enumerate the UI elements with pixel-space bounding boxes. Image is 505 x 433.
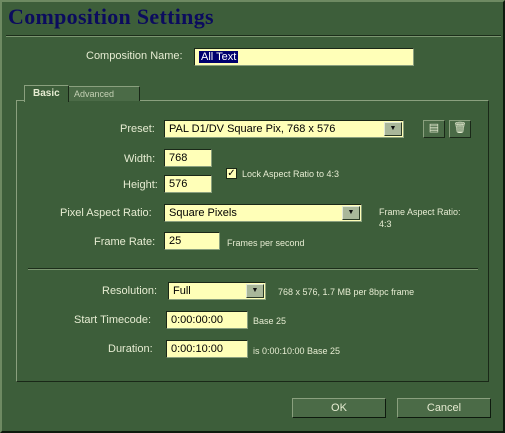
pixel-aspect-select[interactable]: Square Pixels ▼: [164, 204, 362, 222]
preset-select[interactable]: PAL D1/DV Square Pix, 768 x 576 ▼: [164, 120, 404, 138]
tab-advanced[interactable]: Advanced: [66, 86, 140, 101]
triangle-down-icon: ▼: [342, 206, 360, 220]
duration-info: is 0:00:10:00 Base 25: [253, 346, 341, 356]
frame-aspect-label: Frame Aspect Ratio:: [379, 207, 461, 217]
start-timecode-info: Base 25: [253, 316, 287, 326]
composition-name-input[interactable]: All Text: [194, 48, 414, 66]
duration-input[interactable]: 0:00:10:00: [166, 340, 248, 358]
start-timecode-label: Start Timecode:: [74, 314, 152, 326]
width-label: Width:: [124, 153, 156, 165]
composition-name-label: Composition Name:: [86, 50, 183, 62]
frame-rate-input[interactable]: 25: [164, 232, 220, 250]
section-divider: [28, 268, 478, 270]
preset-value: PAL D1/DV Square Pix, 768 x 576: [169, 123, 336, 135]
ok-button[interactable]: OK: [292, 398, 386, 418]
pixel-aspect-label: Pixel Aspect Ratio:: [60, 207, 152, 219]
lock-aspect-label: Lock Aspect Ratio to 4:3: [242, 169, 340, 179]
resolution-value: Full: [173, 285, 191, 297]
composition-name-value: All Text: [199, 51, 239, 63]
cancel-button[interactable]: Cancel: [397, 398, 491, 418]
pixel-aspect-value: Square Pixels: [169, 207, 237, 219]
frame-rate-unit: Frames per second: [227, 238, 305, 248]
resolution-info: 768 x 576, 1.7 MB per 8bpc frame: [278, 287, 415, 297]
height-input[interactable]: 576: [164, 175, 212, 193]
resolution-label: Resolution:: [102, 285, 158, 297]
lock-aspect-checkbox[interactable]: ✓: [226, 168, 237, 179]
start-timecode-input[interactable]: 0:00:00:00: [166, 311, 248, 329]
width-input[interactable]: 768: [164, 149, 212, 167]
composition-settings-dialog: Composition Settings Composition Name: A…: [0, 0, 505, 433]
frame-aspect-value: 4:3: [379, 219, 392, 229]
dialog-title: Composition Settings: [8, 4, 214, 29]
preset-label: Preset:: [120, 123, 155, 135]
trash-icon[interactable]: 🗑: [449, 120, 471, 138]
save-preset-icon[interactable]: ▤: [423, 120, 445, 138]
frame-rate-label: Frame Rate:: [94, 236, 156, 248]
tab-basic[interactable]: Basic: [24, 85, 69, 102]
resolution-select[interactable]: Full ▼: [168, 282, 266, 300]
title-divider: [6, 35, 501, 37]
triangle-down-icon: ▼: [246, 284, 264, 298]
duration-label: Duration:: [108, 343, 153, 355]
triangle-down-icon: ▼: [384, 122, 402, 136]
height-label: Height:: [123, 179, 158, 191]
